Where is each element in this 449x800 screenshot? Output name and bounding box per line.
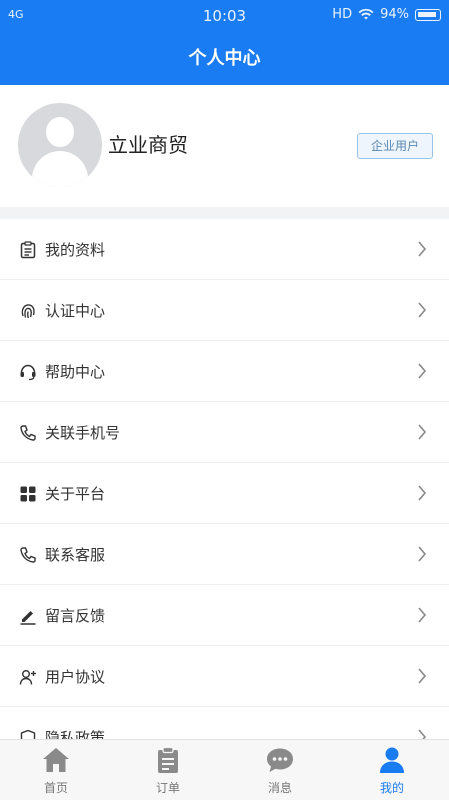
menu-item-verification[interactable]: 认证中心 [0, 280, 449, 341]
chat-icon [267, 748, 293, 772]
menu-item-user-agreement[interactable]: 用户协议 [0, 646, 449, 707]
menu-item-label: 关于平台 [45, 485, 106, 503]
settings-menu: 我的资料 认证中心 帮助中心 关联手机号 关于平台 联系客服 留言反馈 用户协议… [0, 219, 449, 739]
chevron-right-icon [418, 302, 427, 318]
menu-item-label: 我的资料 [45, 241, 106, 259]
avatar-head [46, 117, 74, 147]
menu-item-label: 关联手机号 [45, 424, 121, 442]
chevron-right-icon [418, 241, 427, 257]
avatar[interactable] [18, 103, 102, 187]
tab-label: 订单 [155, 781, 180, 795]
menu-item-label: 联系客服 [45, 546, 106, 564]
menu-item-privacy-policy[interactable]: 隐私政策 [0, 707, 449, 739]
menu-item-link-phone[interactable]: 关联手机号 [0, 402, 449, 463]
tab-label: 消息 [267, 781, 292, 795]
menu-item-customer-service[interactable]: 联系客服 [0, 524, 449, 585]
fingerprint-icon [21, 304, 35, 319]
tab-orders[interactable]: 订单 [112, 740, 224, 800]
menu-item-label: 认证中心 [45, 302, 106, 320]
tab-label: 首页 [43, 781, 68, 795]
user-type-badge: 企业用户 [357, 133, 433, 159]
page-title: 个人中心 [188, 48, 261, 69]
home-icon [43, 748, 69, 772]
avatar-body [32, 151, 88, 187]
battery-percent: 94% [380, 7, 409, 22]
clipboard-icon [158, 746, 178, 773]
battery-icon [415, 8, 441, 21]
menu-item-label: 留言反馈 [45, 607, 106, 625]
tab-label: 我的 [379, 781, 404, 795]
chevron-right-icon [418, 485, 427, 501]
tab-mine[interactable]: 我的 [336, 740, 448, 800]
tab-messages[interactable]: 消息 [224, 740, 336, 800]
chevron-right-icon [418, 363, 427, 379]
profile-doc-icon [20, 241, 36, 259]
phone-icon [20, 547, 36, 563]
status-bar: 4G 10:03 HD 94% [0, 0, 449, 32]
top-bar: 4G 10:03 HD 94% 个人中心 [0, 0, 449, 85]
chevron-right-icon [418, 607, 427, 623]
menu-item-help-center[interactable]: 帮助中心 [0, 341, 449, 402]
menu-item-feedback[interactable]: 留言反馈 [0, 585, 449, 646]
menu-item-about-platform[interactable]: 关于平台 [0, 463, 449, 524]
bottom-tab-bar: 首页 订单 消息 我的 [0, 739, 449, 800]
person-icon [380, 747, 404, 773]
chevron-right-icon [418, 668, 427, 684]
user-add-icon [19, 670, 36, 685]
shield-icon [20, 729, 36, 739]
tab-home[interactable]: 首页 [0, 740, 112, 800]
wifi-icon [358, 8, 374, 20]
menu-item-my-profile[interactable]: 我的资料 [0, 219, 449, 280]
chevron-right-icon [418, 424, 427, 440]
headset-icon [20, 364, 36, 381]
profile-name: 立业商贸 [108, 133, 188, 157]
status-right: HD 94% [332, 7, 441, 22]
menu-item-label: 用户协议 [45, 668, 106, 686]
chevron-right-icon [418, 729, 427, 739]
menu-item-label: 隐私政策 [45, 729, 106, 739]
chevron-right-icon [418, 546, 427, 562]
hd-indicator: HD [332, 7, 353, 22]
app-root: 4G 10:03 HD 94% 个人中心 立业商贸 企业用户 我的资料 认证中心… [0, 0, 449, 800]
menu-item-label: 帮助中心 [45, 363, 106, 381]
grid-icon [20, 486, 36, 502]
pen-icon [20, 611, 36, 625]
phone-icon [20, 425, 36, 441]
